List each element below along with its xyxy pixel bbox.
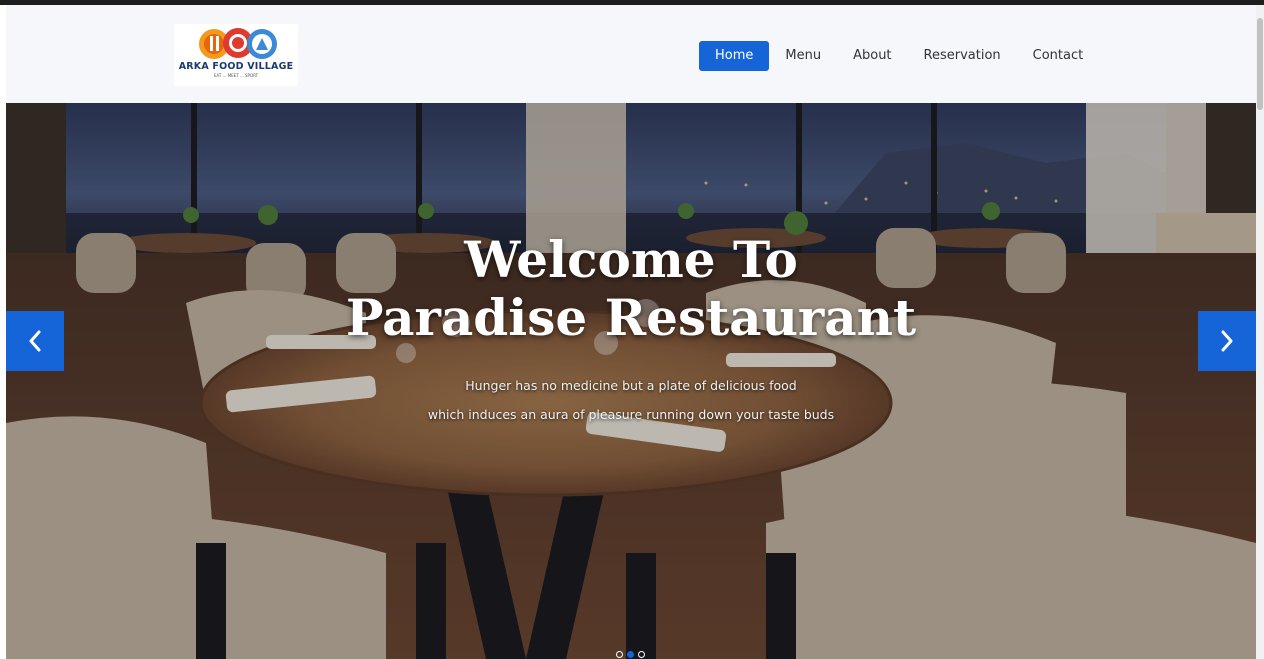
hero-carousel: Welcome To Paradise Restaurant Hunger ha… [6, 103, 1256, 659]
nav-reservation[interactable]: Reservation [908, 41, 1017, 71]
chevron-left-icon [29, 330, 41, 352]
logo-text: ARKA FOOD VILLAGE [178, 61, 294, 72]
brand-logo[interactable]: ARKA FOOD VILLAGE EAT ... MEET ... SPORT [174, 24, 298, 86]
carousel-next-button[interactable] [1198, 311, 1256, 371]
hero-title-line1: Welcome To [464, 230, 798, 289]
carousel-dot-3[interactable] [638, 651, 645, 658]
page-left-edge [0, 5, 6, 659]
nav-home[interactable]: Home [699, 41, 770, 71]
carousel-dot-2[interactable] [627, 651, 634, 658]
hero-subtitle-line2: which induces an aura of pleasure runnin… [427, 407, 835, 422]
nav-menu[interactable]: Menu [769, 41, 837, 71]
scrollbar-thumb[interactable] [1257, 18, 1263, 110]
carousel-indicators [616, 651, 645, 658]
logo-tagline: EAT ... MEET ... SPORT [213, 73, 259, 78]
nav-contact[interactable]: Contact [1017, 41, 1100, 71]
nav-about[interactable]: About [837, 41, 907, 71]
hero-title-line2: Paradise Restaurant [345, 288, 917, 347]
carousel-prev-button[interactable] [6, 311, 64, 371]
hero-title: Welcome To Paradise Restaurant [6, 231, 1256, 347]
hero-subtitle-line1: Hunger has no medicine but a plate of de… [465, 378, 797, 393]
carousel-dot-1[interactable] [616, 651, 623, 658]
navbar: ARKA FOOD VILLAGE EAT ... MEET ... SPORT… [6, 5, 1256, 103]
chevron-right-icon [1221, 330, 1233, 352]
main-nav: Home Menu About Reservation Contact [699, 41, 1099, 71]
